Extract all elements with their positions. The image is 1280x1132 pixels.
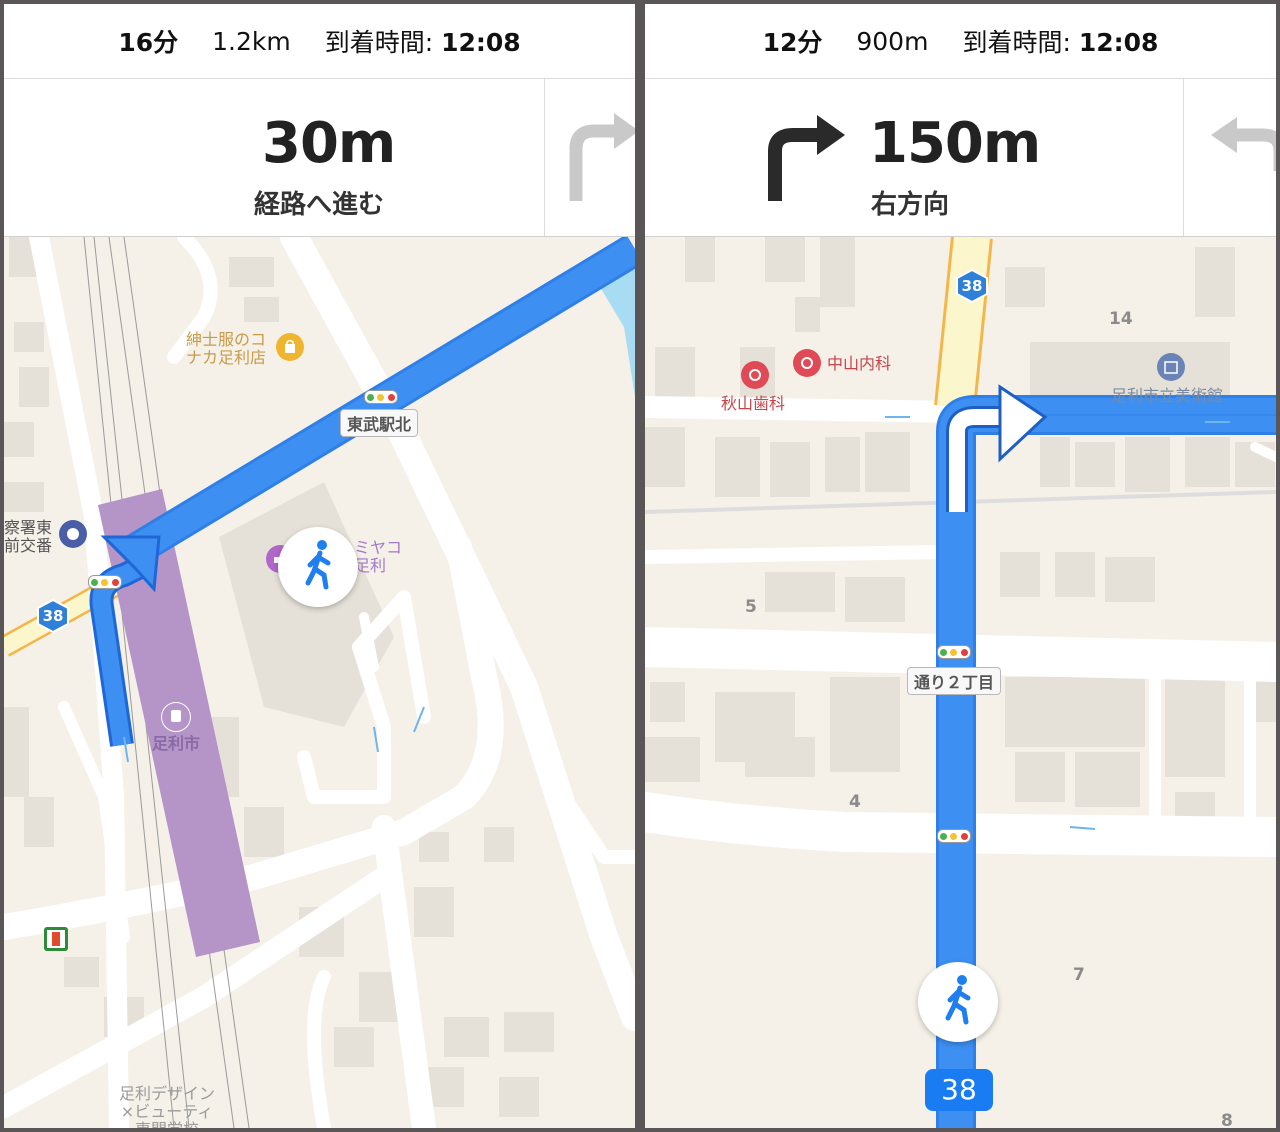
shop-label: 紳士服のコ ナカ足利店 (186, 330, 267, 367)
dental-label: 秋山歯科 (721, 394, 786, 413)
arrival-label: 到着時間: (962, 28, 1071, 57)
police-label: 察署東 前交番 (4, 518, 53, 555)
arrival-info: 到着時間: 12:08 (325, 23, 521, 59)
arrival-time: 12:08 (1078, 28, 1159, 57)
block-number: 7 (1073, 965, 1085, 985)
police-badge-icon[interactable] (59, 520, 87, 548)
route-number-badge: 38 (925, 1069, 993, 1111)
step-distance: 150m (869, 111, 1041, 176)
train-station-icon[interactable] (161, 702, 191, 732)
route-shield-number: 38 (42, 607, 64, 625)
step-divider (1183, 79, 1184, 236)
junction-label: 東武駅北 (340, 409, 419, 437)
walking-user-location-icon[interactable] (278, 527, 358, 607)
map-canvas[interactable] (4, 237, 635, 1128)
trip-distance: 900m (856, 26, 929, 56)
block-number: 4 (849, 792, 861, 812)
step-divider (544, 79, 545, 236)
traffic-light-icon (364, 390, 398, 404)
arrival-info: 到着時間: 12:08 (962, 23, 1158, 59)
navigation-panel-right: 12分 900m 到着時間: 12:08 150m 右方向 38 14 中山内科… (645, 4, 1276, 1128)
route-shield-icon: 38 (36, 599, 70, 633)
convenience-store-icon[interactable] (44, 927, 68, 951)
school-label: 足利デザイン×ビューティ専門学校 (119, 1084, 216, 1129)
arrival-label: 到着時間: (324, 28, 434, 57)
block-number: 14 (1109, 309, 1133, 329)
street-label: 通り２丁目 (907, 667, 1002, 695)
turn-right-icon (768, 115, 845, 201)
trip-summary-bar: 12分 900m 到着時間: 12:08 (645, 4, 1276, 79)
navigation-panel-left: 16分 1.2km 到着時間: 12:08 30m 経路へ進む 紳士服のコ ナカ… (4, 4, 635, 1128)
current-step-card[interactable]: 150m 右方向 (645, 79, 1276, 237)
next-step-turn-left-icon[interactable] (1205, 111, 1276, 181)
trip-summary-bar: 16分 1.2km 到着時間: 12:08 (4, 4, 635, 79)
next-step-turn-right-icon[interactable] (564, 109, 635, 204)
museum-icon[interactable] (1157, 353, 1185, 381)
step-instruction: 経路へ進む (254, 190, 385, 220)
current-step-card[interactable]: 30m 経路へ進む (4, 79, 635, 237)
medical-clinic-icon[interactable] (793, 349, 821, 377)
dental-clinic-icon[interactable] (741, 361, 769, 389)
traffic-light-icon (937, 829, 971, 843)
step-instruction: 右方向 (871, 190, 950, 220)
walking-user-location-icon[interactable] (918, 962, 998, 1042)
museum-label: 足利市立美術館 (1111, 386, 1224, 405)
trip-duration: 12分 (762, 28, 823, 57)
hotel-label: ミヤコ 足利 (354, 538, 403, 575)
shopping-bag-icon[interactable] (276, 333, 304, 361)
clinic-label: 中山内科 (827, 354, 892, 373)
step-distance: 30m (262, 111, 396, 176)
map-view[interactable]: 紳士服のコ ナカ足利店 東武駅北 察署東 前交番 38 足利市 ミヤコ 足利 足… (4, 237, 635, 1128)
map-view[interactable]: 38 14 中山内科 秋山歯科 足利市立美術館 5 通り２丁目 4 7 8 38 (645, 237, 1276, 1128)
trip-distance: 1.2km (212, 26, 291, 56)
block-number: 8 (1221, 1111, 1233, 1128)
block-number: 5 (745, 597, 757, 617)
traffic-light-icon (88, 575, 122, 589)
arrival-time: 12:08 (441, 28, 521, 57)
route-shield-icon: 38 (955, 269, 989, 303)
traffic-light-icon (937, 645, 971, 659)
station-label: 足利市 (152, 734, 201, 753)
trip-duration: 16分 (118, 28, 179, 57)
route-shield-number: 38 (961, 277, 983, 295)
